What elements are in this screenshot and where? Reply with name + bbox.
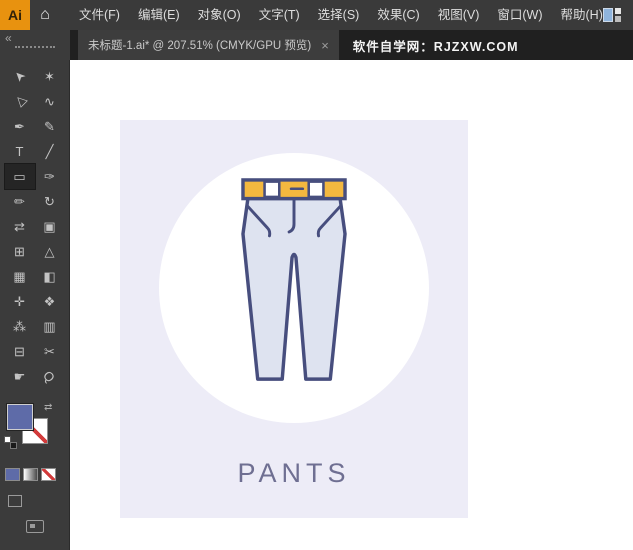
magic-wand-tool[interactable]: ✶ bbox=[35, 64, 65, 89]
menu-item-edit[interactable]: 编辑(E) bbox=[129, 0, 189, 30]
fill-color-swatch[interactable] bbox=[7, 404, 33, 430]
menu-item-type[interactable]: 文字(T) bbox=[250, 0, 309, 30]
type-tool[interactable]: T bbox=[5, 139, 35, 164]
curvature-tool-icon: ✎ bbox=[44, 119, 55, 134]
menu-item-window[interactable]: 窗口(W) bbox=[488, 0, 551, 30]
default-fill-stroke-icon[interactable] bbox=[4, 436, 17, 449]
pencil-tool-icon: ✏ bbox=[14, 194, 25, 209]
waistband-stripe-left bbox=[263, 180, 281, 199]
curvature-tool[interactable]: ✎ bbox=[35, 114, 65, 139]
symbol-sprayer-tool[interactable]: ⁂ bbox=[5, 314, 35, 339]
rotate-tool[interactable]: ↻ bbox=[35, 189, 65, 214]
pen-tool-icon: ✒ bbox=[14, 119, 25, 134]
dock-grip-handle[interactable] bbox=[15, 46, 55, 48]
lasso-tool-icon: ∿ bbox=[44, 94, 55, 109]
workspace-switcher-pane bbox=[615, 16, 621, 22]
document-canvas[interactable]: PANTS bbox=[70, 60, 633, 550]
tab-bar: « 未标题-1.ai* @ 207.51% (CMYK/GPU 预览) × 软件… bbox=[0, 30, 633, 60]
illustrator-logo-icon: Ai bbox=[0, 0, 30, 30]
menu-bar-items: 文件(F) 编辑(E) 对象(O) 文字(T) 选择(S) 效果(C) 视图(V) 窗口(W)… bbox=[70, 0, 612, 30]
rectangle-tool[interactable]: ▭ bbox=[3, 163, 36, 190]
menu-item-effect[interactable]: 效果(C) bbox=[368, 0, 428, 30]
tools-panel: ➤ ✶ ▷ ∿ ✒ ✎ T ╱ ▭ ✑ ✏ ↻ ⇄ ▣ ⊞ △ ▦ ◧ ✛ ❖ ⁂ ▥ ⊟ ✂ ☛ Q ⇄ bbox=[0, 60, 70, 550]
hand-tool-icon: ☛ bbox=[13, 369, 26, 384]
line-segment-tool-icon: ╱ bbox=[45, 144, 54, 159]
blend-tool[interactable]: ❖ bbox=[35, 289, 65, 314]
home-icon[interactable]: ⌂ bbox=[30, 6, 60, 24]
workspace-switcher-pane bbox=[603, 8, 613, 22]
workspace-switcher-pane bbox=[615, 8, 621, 14]
paintbrush-tool[interactable]: ✑ bbox=[35, 164, 65, 189]
paintbrush-tool-icon: ✑ bbox=[44, 169, 55, 184]
gradient-tool[interactable]: ◧ bbox=[35, 264, 65, 289]
shape-builder-tool-icon: ⊞ bbox=[14, 244, 25, 259]
document-tab-label: 未标题-1.ai* @ 207.51% (CMYK/GPU 预览) bbox=[88, 40, 312, 52]
selection-tool-icon: ➤ bbox=[10, 67, 29, 86]
none-button[interactable] bbox=[41, 468, 56, 481]
pen-tool[interactable]: ✒ bbox=[5, 114, 35, 139]
magic-wand-tool-icon: ✶ bbox=[44, 69, 55, 84]
hand-tool[interactable]: ☛ bbox=[5, 364, 35, 389]
swap-fill-stroke-icon[interactable]: ⇄ bbox=[44, 402, 52, 413]
collapse-dock-icon[interactable]: « bbox=[5, 31, 12, 45]
column-graph-tool[interactable]: ▥ bbox=[35, 314, 65, 339]
rotate-tool-icon: ↻ bbox=[44, 194, 55, 209]
change-screen-mode-button[interactable] bbox=[26, 520, 44, 533]
waistband-stripe-right bbox=[307, 180, 325, 199]
tab-close-icon[interactable]: × bbox=[321, 38, 329, 53]
symbol-sprayer-tool-icon: ⁂ bbox=[13, 319, 26, 334]
type-tool-icon: T bbox=[15, 144, 24, 159]
tool-grid: ➤ ✶ ▷ ∿ ✒ ✎ T ╱ ▭ ✑ ✏ ↻ ⇄ ▣ ⊞ △ ▦ ◧ ✛ ❖ ⁂ ▥ ⊟ ✂ ☛ Q bbox=[0, 60, 69, 389]
slice-tool[interactable]: ✂ bbox=[35, 339, 65, 364]
free-transform-tool-icon: ▣ bbox=[43, 219, 56, 234]
color-mode-buttons bbox=[0, 468, 70, 481]
menu-item-file[interactable]: 文件(F) bbox=[70, 0, 129, 30]
draw-normal-mode-button[interactable] bbox=[8, 495, 22, 507]
perspective-grid-tool-icon: △ bbox=[44, 244, 55, 259]
perspective-grid-tool[interactable]: △ bbox=[35, 239, 65, 264]
menu-item-object[interactable]: 对象(O) bbox=[189, 0, 250, 30]
watermark-text: 软件自学网：RJZXW.COM bbox=[352, 39, 519, 54]
mesh-tool[interactable]: ▦ bbox=[5, 264, 35, 289]
selection-tool[interactable]: ➤ bbox=[5, 64, 35, 89]
fill-stroke-swatches: ⇄ bbox=[0, 400, 70, 464]
default-fill-mini bbox=[10, 442, 17, 449]
line-segment-tool[interactable]: ╱ bbox=[35, 139, 65, 164]
artboard-tool-icon: ⊟ bbox=[14, 344, 25, 359]
gradient-button[interactable] bbox=[23, 468, 38, 481]
zoom-tool-icon: Q bbox=[40, 367, 59, 386]
menu-bar: Ai ⌂ 文件(F) 编辑(E) 对象(O) 文字(T) 选择(S) 效果(C) 视图(V)… bbox=[0, 0, 633, 30]
workspace-switcher-icon[interactable] bbox=[603, 8, 621, 22]
column-graph-tool-icon: ▥ bbox=[43, 319, 56, 334]
artboard-tool[interactable]: ⊟ bbox=[5, 339, 35, 364]
pencil-tool[interactable]: ✏ bbox=[5, 189, 35, 214]
width-tool[interactable]: ⇄ bbox=[5, 214, 35, 239]
screen-mode-glyph bbox=[30, 524, 35, 528]
eyedropper-tool-icon: ✛ bbox=[14, 294, 25, 309]
mesh-tool-icon: ▦ bbox=[13, 269, 26, 284]
direct-selection-tool[interactable]: ▷ bbox=[5, 89, 35, 114]
color-button[interactable] bbox=[5, 468, 20, 481]
blend-tool-icon: ❖ bbox=[43, 294, 56, 309]
eyedropper-tool[interactable]: ✛ bbox=[5, 289, 35, 314]
free-transform-tool[interactable]: ▣ bbox=[35, 214, 65, 239]
gradient-tool-icon: ◧ bbox=[43, 269, 56, 284]
document-tab[interactable]: 未标题-1.ai* @ 207.51% (CMYK/GPU 预览) × bbox=[78, 30, 339, 60]
slice-tool-icon: ✂ bbox=[44, 344, 55, 359]
lasso-tool[interactable]: ∿ bbox=[35, 89, 65, 114]
width-tool-icon: ⇄ bbox=[14, 219, 25, 234]
artwork-caption: PANTS bbox=[237, 458, 351, 488]
menu-item-view[interactable]: 视图(V) bbox=[429, 0, 489, 30]
rectangle-tool-icon: ▭ bbox=[13, 169, 26, 184]
pants-illustration[interactable] bbox=[235, 177, 353, 385]
toolbar-dock-header: « bbox=[0, 30, 70, 60]
shape-builder-tool[interactable]: ⊞ bbox=[5, 239, 35, 264]
menu-item-select[interactable]: 选择(S) bbox=[309, 0, 369, 30]
zoom-tool[interactable]: Q bbox=[35, 364, 65, 389]
direct-selection-tool-icon: ▷ bbox=[10, 92, 29, 111]
